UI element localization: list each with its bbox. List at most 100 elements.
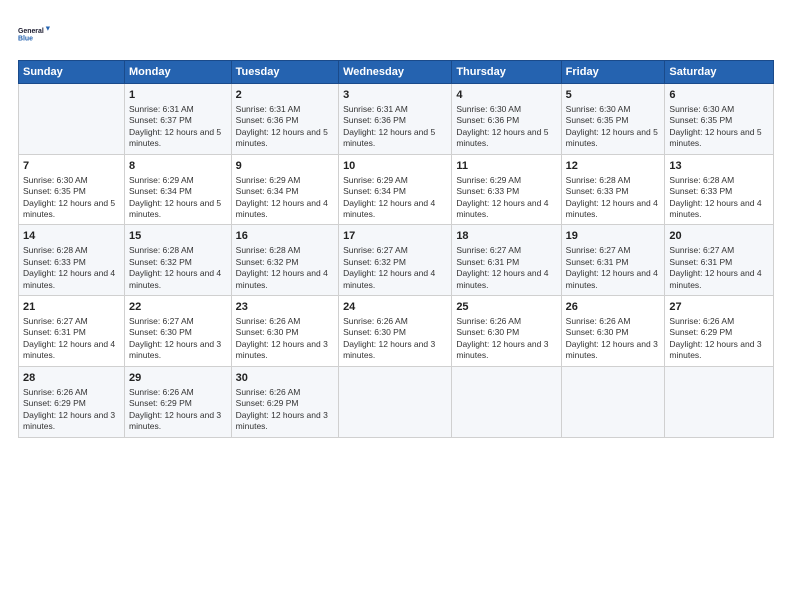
calendar-cell: 2Sunrise: 6:31 AMSunset: 6:36 PMDaylight…	[231, 84, 338, 155]
day-number: 22	[129, 300, 227, 315]
day-number: 4	[456, 88, 556, 103]
calendar-cell: 3Sunrise: 6:31 AMSunset: 6:36 PMDaylight…	[339, 84, 452, 155]
calendar-cell: 5Sunrise: 6:30 AMSunset: 6:35 PMDaylight…	[561, 84, 665, 155]
cell-info: Sunrise: 6:28 AMSunset: 6:33 PMDaylight:…	[23, 245, 120, 291]
calendar-cell: 26Sunrise: 6:26 AMSunset: 6:30 PMDayligh…	[561, 296, 665, 367]
calendar-cell: 16Sunrise: 6:28 AMSunset: 6:32 PMDayligh…	[231, 225, 338, 296]
cell-info: Sunrise: 6:27 AMSunset: 6:31 PMDaylight:…	[669, 245, 769, 291]
day-number: 10	[343, 159, 447, 174]
day-number: 5	[566, 88, 661, 103]
calendar-week-row: 28Sunrise: 6:26 AMSunset: 6:29 PMDayligh…	[19, 366, 774, 437]
day-number: 9	[236, 159, 334, 174]
cell-info: Sunrise: 6:26 AMSunset: 6:30 PMDaylight:…	[236, 316, 334, 362]
logo: General Blue	[18, 18, 50, 50]
calendar-week-row: 14Sunrise: 6:28 AMSunset: 6:33 PMDayligh…	[19, 225, 774, 296]
header-day: Wednesday	[339, 61, 452, 84]
calendar-cell	[665, 366, 774, 437]
cell-info: Sunrise: 6:26 AMSunset: 6:30 PMDaylight:…	[343, 316, 447, 362]
cell-info: Sunrise: 6:29 AMSunset: 6:34 PMDaylight:…	[343, 175, 447, 221]
day-number: 30	[236, 371, 334, 386]
calendar-cell: 1Sunrise: 6:31 AMSunset: 6:37 PMDaylight…	[125, 84, 232, 155]
day-number: 29	[129, 371, 227, 386]
calendar-cell: 24Sunrise: 6:26 AMSunset: 6:30 PMDayligh…	[339, 296, 452, 367]
day-number: 14	[23, 229, 120, 244]
calendar-cell: 4Sunrise: 6:30 AMSunset: 6:36 PMDaylight…	[452, 84, 561, 155]
calendar-cell: 14Sunrise: 6:28 AMSunset: 6:33 PMDayligh…	[19, 225, 125, 296]
cell-info: Sunrise: 6:30 AMSunset: 6:35 PMDaylight:…	[566, 104, 661, 150]
day-number: 26	[566, 300, 661, 315]
day-number: 3	[343, 88, 447, 103]
day-number: 12	[566, 159, 661, 174]
cell-info: Sunrise: 6:26 AMSunset: 6:29 PMDaylight:…	[669, 316, 769, 362]
cell-info: Sunrise: 6:28 AMSunset: 6:32 PMDaylight:…	[236, 245, 334, 291]
svg-text:General: General	[18, 28, 44, 35]
day-number: 6	[669, 88, 769, 103]
cell-info: Sunrise: 6:30 AMSunset: 6:35 PMDaylight:…	[23, 175, 120, 221]
calendar-cell	[452, 366, 561, 437]
calendar-cell: 30Sunrise: 6:26 AMSunset: 6:29 PMDayligh…	[231, 366, 338, 437]
day-number: 25	[456, 300, 556, 315]
calendar-cell	[561, 366, 665, 437]
calendar-week-row: 21Sunrise: 6:27 AMSunset: 6:31 PMDayligh…	[19, 296, 774, 367]
cell-info: Sunrise: 6:29 AMSunset: 6:33 PMDaylight:…	[456, 175, 556, 221]
calendar-week-row: 1Sunrise: 6:31 AMSunset: 6:37 PMDaylight…	[19, 84, 774, 155]
cell-info: Sunrise: 6:28 AMSunset: 6:33 PMDaylight:…	[669, 175, 769, 221]
cell-info: Sunrise: 6:31 AMSunset: 6:36 PMDaylight:…	[343, 104, 447, 150]
calendar-cell: 29Sunrise: 6:26 AMSunset: 6:29 PMDayligh…	[125, 366, 232, 437]
header-day: Sunday	[19, 61, 125, 84]
day-number: 15	[129, 229, 227, 244]
day-number: 2	[236, 88, 334, 103]
day-number: 27	[669, 300, 769, 315]
day-number: 1	[129, 88, 227, 103]
calendar-cell: 21Sunrise: 6:27 AMSunset: 6:31 PMDayligh…	[19, 296, 125, 367]
svg-text:Blue: Blue	[18, 35, 33, 42]
calendar-cell: 8Sunrise: 6:29 AMSunset: 6:34 PMDaylight…	[125, 154, 232, 225]
calendar-cell: 17Sunrise: 6:27 AMSunset: 6:32 PMDayligh…	[339, 225, 452, 296]
logo-svg: General Blue	[18, 18, 50, 50]
header-day: Monday	[125, 61, 232, 84]
day-number: 18	[456, 229, 556, 244]
cell-info: Sunrise: 6:28 AMSunset: 6:32 PMDaylight:…	[129, 245, 227, 291]
calendar-cell: 23Sunrise: 6:26 AMSunset: 6:30 PMDayligh…	[231, 296, 338, 367]
header-day: Thursday	[452, 61, 561, 84]
cell-info: Sunrise: 6:26 AMSunset: 6:30 PMDaylight:…	[566, 316, 661, 362]
day-number: 7	[23, 159, 120, 174]
day-number: 24	[343, 300, 447, 315]
calendar-cell: 15Sunrise: 6:28 AMSunset: 6:32 PMDayligh…	[125, 225, 232, 296]
cell-info: Sunrise: 6:27 AMSunset: 6:32 PMDaylight:…	[343, 245, 447, 291]
calendar-cell: 7Sunrise: 6:30 AMSunset: 6:35 PMDaylight…	[19, 154, 125, 225]
calendar-header: SundayMondayTuesdayWednesdayThursdayFrid…	[19, 61, 774, 84]
cell-info: Sunrise: 6:27 AMSunset: 6:31 PMDaylight:…	[456, 245, 556, 291]
day-number: 16	[236, 229, 334, 244]
cell-info: Sunrise: 6:26 AMSunset: 6:29 PMDaylight:…	[236, 387, 334, 433]
calendar-cell: 25Sunrise: 6:26 AMSunset: 6:30 PMDayligh…	[452, 296, 561, 367]
cell-info: Sunrise: 6:27 AMSunset: 6:30 PMDaylight:…	[129, 316, 227, 362]
cell-info: Sunrise: 6:30 AMSunset: 6:35 PMDaylight:…	[669, 104, 769, 150]
cell-info: Sunrise: 6:31 AMSunset: 6:37 PMDaylight:…	[129, 104, 227, 150]
day-number: 21	[23, 300, 120, 315]
day-number: 13	[669, 159, 769, 174]
calendar-cell: 28Sunrise: 6:26 AMSunset: 6:29 PMDayligh…	[19, 366, 125, 437]
cell-info: Sunrise: 6:30 AMSunset: 6:36 PMDaylight:…	[456, 104, 556, 150]
cell-info: Sunrise: 6:29 AMSunset: 6:34 PMDaylight:…	[236, 175, 334, 221]
calendar-cell: 9Sunrise: 6:29 AMSunset: 6:34 PMDaylight…	[231, 154, 338, 225]
cell-info: Sunrise: 6:31 AMSunset: 6:36 PMDaylight:…	[236, 104, 334, 150]
cell-info: Sunrise: 6:28 AMSunset: 6:33 PMDaylight:…	[566, 175, 661, 221]
cell-info: Sunrise: 6:26 AMSunset: 6:30 PMDaylight:…	[456, 316, 556, 362]
day-number: 11	[456, 159, 556, 174]
cell-info: Sunrise: 6:26 AMSunset: 6:29 PMDaylight:…	[23, 387, 120, 433]
calendar-week-row: 7Sunrise: 6:30 AMSunset: 6:35 PMDaylight…	[19, 154, 774, 225]
header-day: Friday	[561, 61, 665, 84]
calendar-cell: 12Sunrise: 6:28 AMSunset: 6:33 PMDayligh…	[561, 154, 665, 225]
cell-info: Sunrise: 6:26 AMSunset: 6:29 PMDaylight:…	[129, 387, 227, 433]
calendar-cell: 6Sunrise: 6:30 AMSunset: 6:35 PMDaylight…	[665, 84, 774, 155]
header-day: Tuesday	[231, 61, 338, 84]
day-number: 23	[236, 300, 334, 315]
calendar-cell: 18Sunrise: 6:27 AMSunset: 6:31 PMDayligh…	[452, 225, 561, 296]
calendar-cell: 20Sunrise: 6:27 AMSunset: 6:31 PMDayligh…	[665, 225, 774, 296]
header-day: Saturday	[665, 61, 774, 84]
calendar-cell: 19Sunrise: 6:27 AMSunset: 6:31 PMDayligh…	[561, 225, 665, 296]
day-number: 17	[343, 229, 447, 244]
day-number: 20	[669, 229, 769, 244]
calendar-cell	[19, 84, 125, 155]
